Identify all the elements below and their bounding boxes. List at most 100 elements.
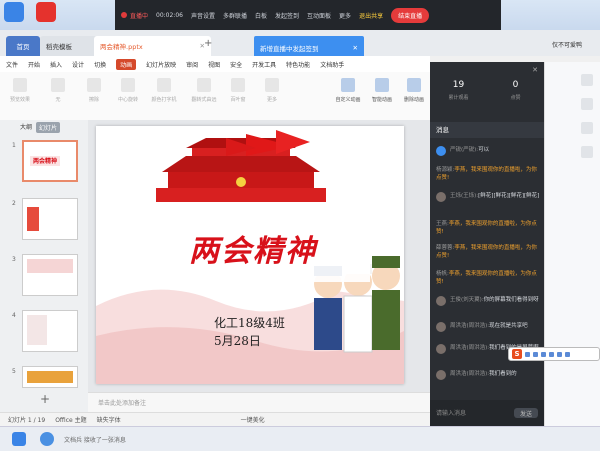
menu-item-insert[interactable]: 插入 xyxy=(50,60,62,69)
star-icon xyxy=(157,78,171,92)
theme-name[interactable]: Office 主题 xyxy=(55,415,86,424)
tab-presentation[interactable]: 两会精神.pptx ✕ xyxy=(94,36,211,56)
viewer-count: 19 xyxy=(452,80,465,90)
tab-home[interactable]: 首页 xyxy=(6,36,40,56)
live-status: 直播中 xyxy=(121,11,148,20)
chat-message: 王烁(王烁):[鲜花][鲜花][鲜花][鲜花] xyxy=(436,192,540,202)
avatar xyxy=(436,322,446,332)
slide-canvas[interactable]: 两会精神 化工18级4班 5月28日 xyxy=(96,126,404,384)
menu-item-review[interactable]: 审阅 xyxy=(186,60,198,69)
slide-thumbnail[interactable] xyxy=(22,198,78,240)
menu-item-features[interactable]: 特色功能 xyxy=(286,60,310,69)
smart-animation-button[interactable]: 智能动画 xyxy=(368,78,396,116)
effect-more[interactable]: 更多 xyxy=(258,78,286,116)
slide-title[interactable]: 两会精神 xyxy=(136,226,370,270)
custom-animation-button[interactable]: 自定义动画 xyxy=(334,78,362,116)
beautify-button[interactable]: 一键美化 xyxy=(241,415,265,424)
taskbar-notice: 文档兵 接收了一张消息 xyxy=(64,437,126,444)
tab-outline[interactable]: 大纲 xyxy=(20,122,32,133)
tab-templates[interactable]: 稻壳模板 xyxy=(40,36,102,56)
ime-tool-icon[interactable] xyxy=(557,351,562,357)
end-live-button[interactable]: 结束直播 xyxy=(391,7,430,23)
thumb-title: 两会精神 xyxy=(30,156,60,166)
chat-app-icon[interactable] xyxy=(40,432,54,446)
menu-item-slideshow[interactable]: 幻灯片放映 xyxy=(146,60,176,69)
side-tool-icon[interactable] xyxy=(581,98,593,110)
thumb-graphic xyxy=(27,315,47,345)
menu-item-file[interactable]: 文件 xyxy=(6,60,18,69)
chat-input[interactable]: 请输入消息 发送 xyxy=(430,400,544,426)
status-bar: 幻灯片 1 / 19 Office 主题 缺失字体 一键美化 xyxy=(0,412,430,426)
new-tab-icon[interactable]: + xyxy=(204,38,212,49)
preview-effect-button[interactable]: 预览效果 xyxy=(6,78,34,116)
live-timer: 00:02:06 xyxy=(156,11,183,19)
ime-tool-icon[interactable] xyxy=(541,351,546,357)
multi-group-button[interactable]: 多群联播 xyxy=(223,11,247,20)
menu-bar: 文件 开始 插入 设计 切换 动画 幻灯片放映 审阅 视图 安全 开发工具 特色… xyxy=(0,56,430,72)
chat-message: 薛蓉蓉:李燕，我来围观你的直播啦，为你点赞! xyxy=(436,245,537,259)
star-icon xyxy=(197,78,211,92)
menu-item-devtools[interactable]: 开发工具 xyxy=(252,60,276,69)
live-control-bar: 直播中 00:02:06 声音设置 多群联播 白板 发起签到 互动面板 更多 退… xyxy=(115,0,501,30)
side-tool-icon[interactable] xyxy=(581,146,593,158)
checkin-button[interactable]: 发起签到 xyxy=(275,11,299,20)
ime-toolbar[interactable]: S xyxy=(508,347,600,361)
effect-blinds[interactable]: 百叶窗 xyxy=(224,78,252,116)
menu-item-home[interactable]: 开始 xyxy=(28,60,40,69)
missing-font-button[interactable]: 缺失字体 xyxy=(97,415,121,424)
menu-item-security[interactable]: 安全 xyxy=(230,60,242,69)
side-tool-icon[interactable] xyxy=(581,122,593,134)
close-notification-icon[interactable]: ✕ xyxy=(353,44,358,52)
star-icon xyxy=(87,78,101,92)
menu-item-transition[interactable]: 切换 xyxy=(94,60,106,69)
notes-field[interactable]: 单击此处添加备注 xyxy=(88,392,430,412)
add-slide-icon[interactable]: + xyxy=(40,392,50,406)
sound-settings-button[interactable]: 声音设置 xyxy=(191,11,215,20)
star-icon xyxy=(265,78,279,92)
wps-icon[interactable] xyxy=(36,2,56,22)
view-tabs: 大纲 幻灯片 xyxy=(20,122,61,133)
user-name[interactable]: 仅不可爱鸭 xyxy=(552,40,582,49)
side-tool-icon[interactable] xyxy=(581,74,593,86)
more-button[interactable]: 更多 xyxy=(339,11,351,20)
menu-item-assistant[interactable]: 文档助手 xyxy=(320,60,344,69)
chat-message: 王俊(刘天翼):你的屏幕我们看得到呀 xyxy=(436,296,540,306)
like-count: 0 xyxy=(512,80,519,90)
effect-typewriter[interactable]: 颜色打字机 xyxy=(150,78,178,116)
effect-spin[interactable]: 中心旋转 xyxy=(114,78,142,116)
slide-subtitle[interactable]: 化工18级4班 5月28日 xyxy=(214,314,285,350)
interaction-panel-button[interactable]: 互动面板 xyxy=(307,11,331,20)
ime-tool-icon[interactable] xyxy=(565,351,570,357)
sogou-icon: S xyxy=(512,349,522,359)
slide-thumbnail[interactable] xyxy=(22,310,78,352)
thumb-graphic xyxy=(27,259,73,273)
avatar xyxy=(436,146,446,156)
start-icon[interactable] xyxy=(12,432,26,446)
effect-none[interactable]: 无 xyxy=(44,78,72,116)
slide-thumbnail[interactable]: 两会精神 xyxy=(22,140,78,182)
app-icon[interactable] xyxy=(4,2,24,22)
menu-item-view[interactable]: 视图 xyxy=(208,60,220,69)
whiteboard-button[interactable]: 白板 xyxy=(255,11,267,20)
effect-wipe[interactable]: 擦除 xyxy=(80,78,108,116)
exit-share-button[interactable]: 退出共享 xyxy=(359,11,383,20)
slide-number: 5 xyxy=(12,368,16,375)
tab-slides[interactable]: 幻灯片 xyxy=(36,122,61,133)
ime-tool-icon[interactable] xyxy=(549,351,554,357)
notification-text: 新增直播中发起签到 xyxy=(260,45,319,53)
avatar xyxy=(436,370,446,380)
slide-thumbnail[interactable] xyxy=(22,366,78,388)
menu-item-design[interactable]: 设计 xyxy=(72,60,84,69)
send-button[interactable]: 发送 xyxy=(513,408,538,418)
delete-animation-button[interactable]: 删除动画 xyxy=(400,78,428,116)
slide-number: 2 xyxy=(12,200,16,207)
close-panel-icon[interactable]: ✕ xyxy=(532,66,538,74)
ime-tool-icon[interactable] xyxy=(533,351,538,357)
ime-tool-icon[interactable] xyxy=(525,351,530,357)
like-label: 点赞 xyxy=(510,95,521,101)
custom-animation-icon xyxy=(341,78,355,92)
menu-item-animation[interactable]: 动画 xyxy=(116,58,137,70)
effect-flip[interactable]: 翻转式由远 xyxy=(190,78,218,116)
preview-icon xyxy=(13,78,27,92)
slide-thumbnail[interactable] xyxy=(22,254,78,296)
